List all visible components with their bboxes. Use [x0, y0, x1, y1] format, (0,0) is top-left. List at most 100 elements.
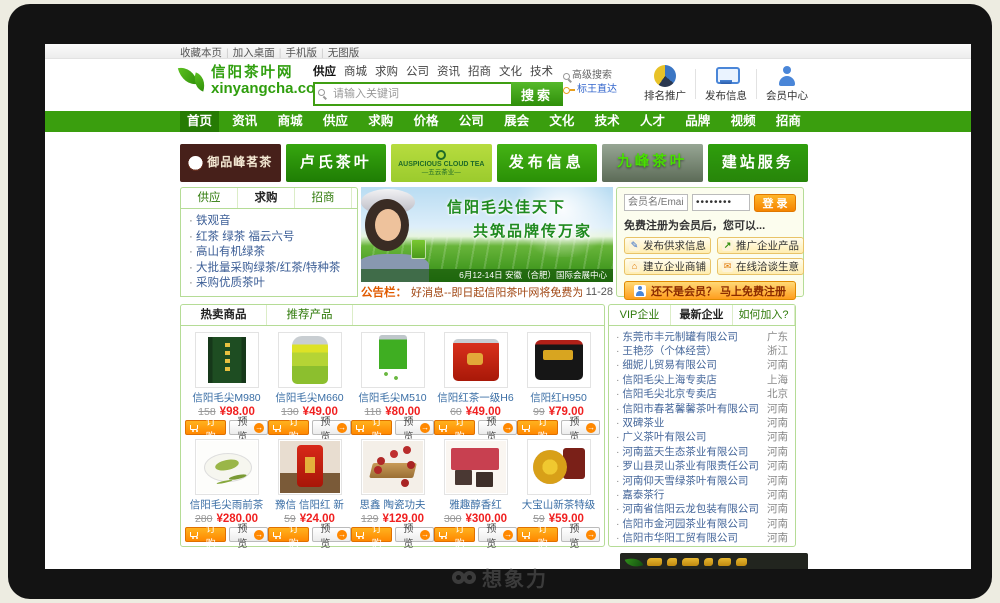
nav-item[interactable]: 供应 — [316, 111, 355, 132]
company-row[interactable]: 信阳毛尖北京专卖店北京 — [616, 387, 788, 401]
company-row[interactable]: 信阳市金河园茶业有限公司河南 — [616, 516, 788, 530]
product-name[interactable]: 信阳毛尖M660 — [268, 390, 351, 405]
company-row[interactable]: 广义茶叶有限公司河南 — [616, 430, 788, 444]
product-card[interactable]: 信阳毛尖M510118¥80.00订购预览→ — [351, 332, 434, 435]
nav-item[interactable]: 文化 — [542, 111, 581, 132]
preview-button[interactable]: 预览→ — [561, 420, 600, 435]
notice-text[interactable]: 好消息--即日起信阳茶叶网将免费为100个信阳名茶 — [411, 284, 582, 300]
nav-item[interactable]: 首页 — [180, 111, 219, 132]
company-row[interactable]: 信阳市春茗馨馨茶叶有限公司河南 — [616, 401, 788, 415]
topbar-link-4[interactable]: 无图版 — [328, 47, 360, 59]
list-item[interactable]: 采购优质茶叶 — [189, 276, 349, 292]
banner-ad-auspicious[interactable]: AUSPICIOUS CLOUD TEA—五云茶业— — [391, 144, 492, 182]
search-scope-tab[interactable]: 求购 — [375, 63, 398, 79]
product-name[interactable]: 信阳红茶一级H6 — [434, 390, 517, 405]
product-name[interactable]: 信阳毛尖雨前茶 — [185, 497, 268, 512]
order-button[interactable]: 订购 — [185, 527, 226, 542]
nav-item[interactable]: 人才 — [633, 111, 672, 132]
nav-item[interactable]: 展会 — [497, 111, 536, 132]
preview-button[interactable]: 预览→ — [478, 527, 517, 542]
preview-button[interactable]: 预览→ — [312, 527, 351, 542]
order-button[interactable]: 订购 — [517, 527, 558, 542]
company-row[interactable]: 罗山县灵山茶业有限责任公司河南 — [616, 459, 788, 473]
action-promote[interactable]: 推广企业产品 — [717, 237, 804, 254]
nav-item[interactable]: 技术 — [588, 111, 627, 132]
company-row[interactable]: 双碑茶业河南 — [616, 415, 788, 429]
list-item[interactable]: 高山有机绿茶 — [189, 245, 349, 261]
product-card[interactable]: 信阳红H95099¥79.00订购预览→ — [517, 332, 600, 435]
order-button[interactable]: 订购 — [434, 527, 475, 542]
king-direct-link[interactable]: 标王直达 — [563, 83, 623, 97]
company-row[interactable]: 信阳毛尖上海专卖店上海 — [616, 372, 788, 386]
company-row[interactable]: 河南仰天雪绿茶叶有限公司河南 — [616, 473, 788, 487]
nav-item[interactable]: 招商 — [769, 111, 808, 132]
left-tab[interactable]: 求购 — [238, 188, 295, 208]
search-scope-tab[interactable]: 技术 — [530, 63, 553, 79]
search-scope-tab[interactable]: 供应 — [313, 63, 336, 79]
product-card[interactable]: 信阳毛尖M980158¥98.00订购预览→ — [185, 332, 268, 435]
search-scope-tab[interactable]: 商城 — [344, 63, 367, 79]
company-row[interactable]: 河南蓝天生态茶业有限公司河南 — [616, 444, 788, 458]
list-item[interactable]: 大批量采购绿茶/红茶/特种茶 — [189, 261, 349, 277]
banner-ad-yupin[interactable]: 御品峰茗茶 — [180, 144, 281, 182]
order-button[interactable]: 订购 — [268, 527, 309, 542]
left-tab[interactable]: 供应 — [181, 188, 238, 208]
companies-tab[interactable]: VIP企业 — [609, 305, 671, 325]
nav-item[interactable]: 资讯 — [225, 111, 264, 132]
site-logo[interactable]: 信阳茶叶网 xinyangcha.com — [180, 59, 313, 98]
product-name[interactable]: 思鑫 陶瓷功夫 — [351, 497, 434, 512]
banner-ad-jianzhan[interactable]: 建站服务 — [708, 144, 809, 182]
preview-button[interactable]: 预览→ — [478, 420, 517, 435]
company-row[interactable]: 信阳市华阳工贸有限公司河南 — [616, 530, 788, 544]
product-card[interactable]: 雅趣醇香红300¥300.00订购预览→ — [434, 439, 517, 542]
search-button[interactable]: 搜索 — [511, 82, 563, 106]
preview-button[interactable]: 预览→ — [561, 527, 600, 542]
order-button[interactable]: 订购 — [185, 420, 226, 435]
nav-item[interactable]: 公司 — [452, 111, 491, 132]
username-input[interactable] — [624, 194, 688, 211]
order-button[interactable]: 订购 — [351, 420, 392, 435]
list-item[interactable]: 铁观音 — [189, 214, 349, 230]
register-bar-button[interactable]: 还不是会员？ 马上免费注册 — [624, 281, 796, 300]
preview-button[interactable]: 预览→ — [229, 420, 268, 435]
search-scope-tab[interactable]: 文化 — [499, 63, 522, 79]
advanced-search-link[interactable]: 高级搜索 — [563, 69, 623, 83]
nav-item[interactable]: 求购 — [361, 111, 400, 132]
order-button[interactable]: 订购 — [434, 420, 475, 435]
quick-link-monitor[interactable]: 发布信息 — [705, 65, 747, 103]
company-row[interactable]: 东莞市丰元制罐有限公司广东 — [616, 329, 788, 343]
company-row[interactable]: 王艳莎（个体经营）浙江 — [616, 343, 788, 357]
preview-button[interactable]: 预览→ — [312, 420, 351, 435]
product-card[interactable]: 思鑫 陶瓷功夫129¥129.00订购预览→ — [351, 439, 434, 542]
product-name[interactable]: 信阳毛尖M980 — [185, 390, 268, 405]
order-button[interactable]: 订购 — [351, 527, 392, 542]
order-button[interactable]: 订购 — [517, 420, 558, 435]
main-promo-banner[interactable]: 信阳毛尖佳天下 共筑品牌传万家 6月12-14日 安徽（合肥）国际会展中心 — [361, 187, 613, 282]
search-scope-tab[interactable]: 公司 — [406, 63, 429, 79]
bottom-ad-banner[interactable] — [620, 553, 808, 569]
nav-item[interactable]: 视频 — [724, 111, 763, 132]
nav-item[interactable]: 品牌 — [678, 111, 717, 132]
product-name[interactable]: 豫信 信阳红 新 — [268, 497, 351, 512]
product-name[interactable]: 大宝山新茶特级 — [517, 497, 600, 512]
company-row[interactable]: 嘉泰茶行河南 — [616, 487, 788, 501]
products-tab[interactable]: 热卖商品 — [181, 305, 267, 325]
preview-button[interactable]: 预览→ — [229, 527, 268, 542]
company-row[interactable]: 细妮儿贸易有限公司河南 — [616, 358, 788, 372]
product-card[interactable]: 信阳毛尖雨前茶280¥280.00订购预览→ — [185, 439, 268, 542]
nav-item[interactable]: 商城 — [271, 111, 310, 132]
banner-ad-jiufeng[interactable]: 九峰茶叶 — [602, 144, 703, 182]
left-tab[interactable]: 招商 — [295, 188, 352, 208]
product-card[interactable]: 信阳毛尖M660130¥49.00订购预览→ — [268, 332, 351, 435]
action-mail[interactable]: 在线洽谈生意 — [717, 258, 804, 275]
list-item[interactable]: 红茶 绿茶 福云六号 — [189, 230, 349, 246]
product-name[interactable]: 信阳毛尖M510 — [351, 390, 434, 405]
quick-link-user[interactable]: 会员中心 — [766, 65, 808, 103]
quick-link-pie-chart[interactable]: 排名推广 — [644, 65, 686, 103]
preview-button[interactable]: 预览→ — [395, 527, 434, 542]
topbar-link-2[interactable]: 加入桌面 — [233, 47, 275, 59]
search-input[interactable] — [313, 82, 511, 106]
action-pencil[interactable]: 发布供求信息 — [624, 237, 711, 254]
preview-button[interactable]: 预览→ — [395, 420, 434, 435]
topbar-link-3[interactable]: 手机版 — [285, 47, 317, 59]
